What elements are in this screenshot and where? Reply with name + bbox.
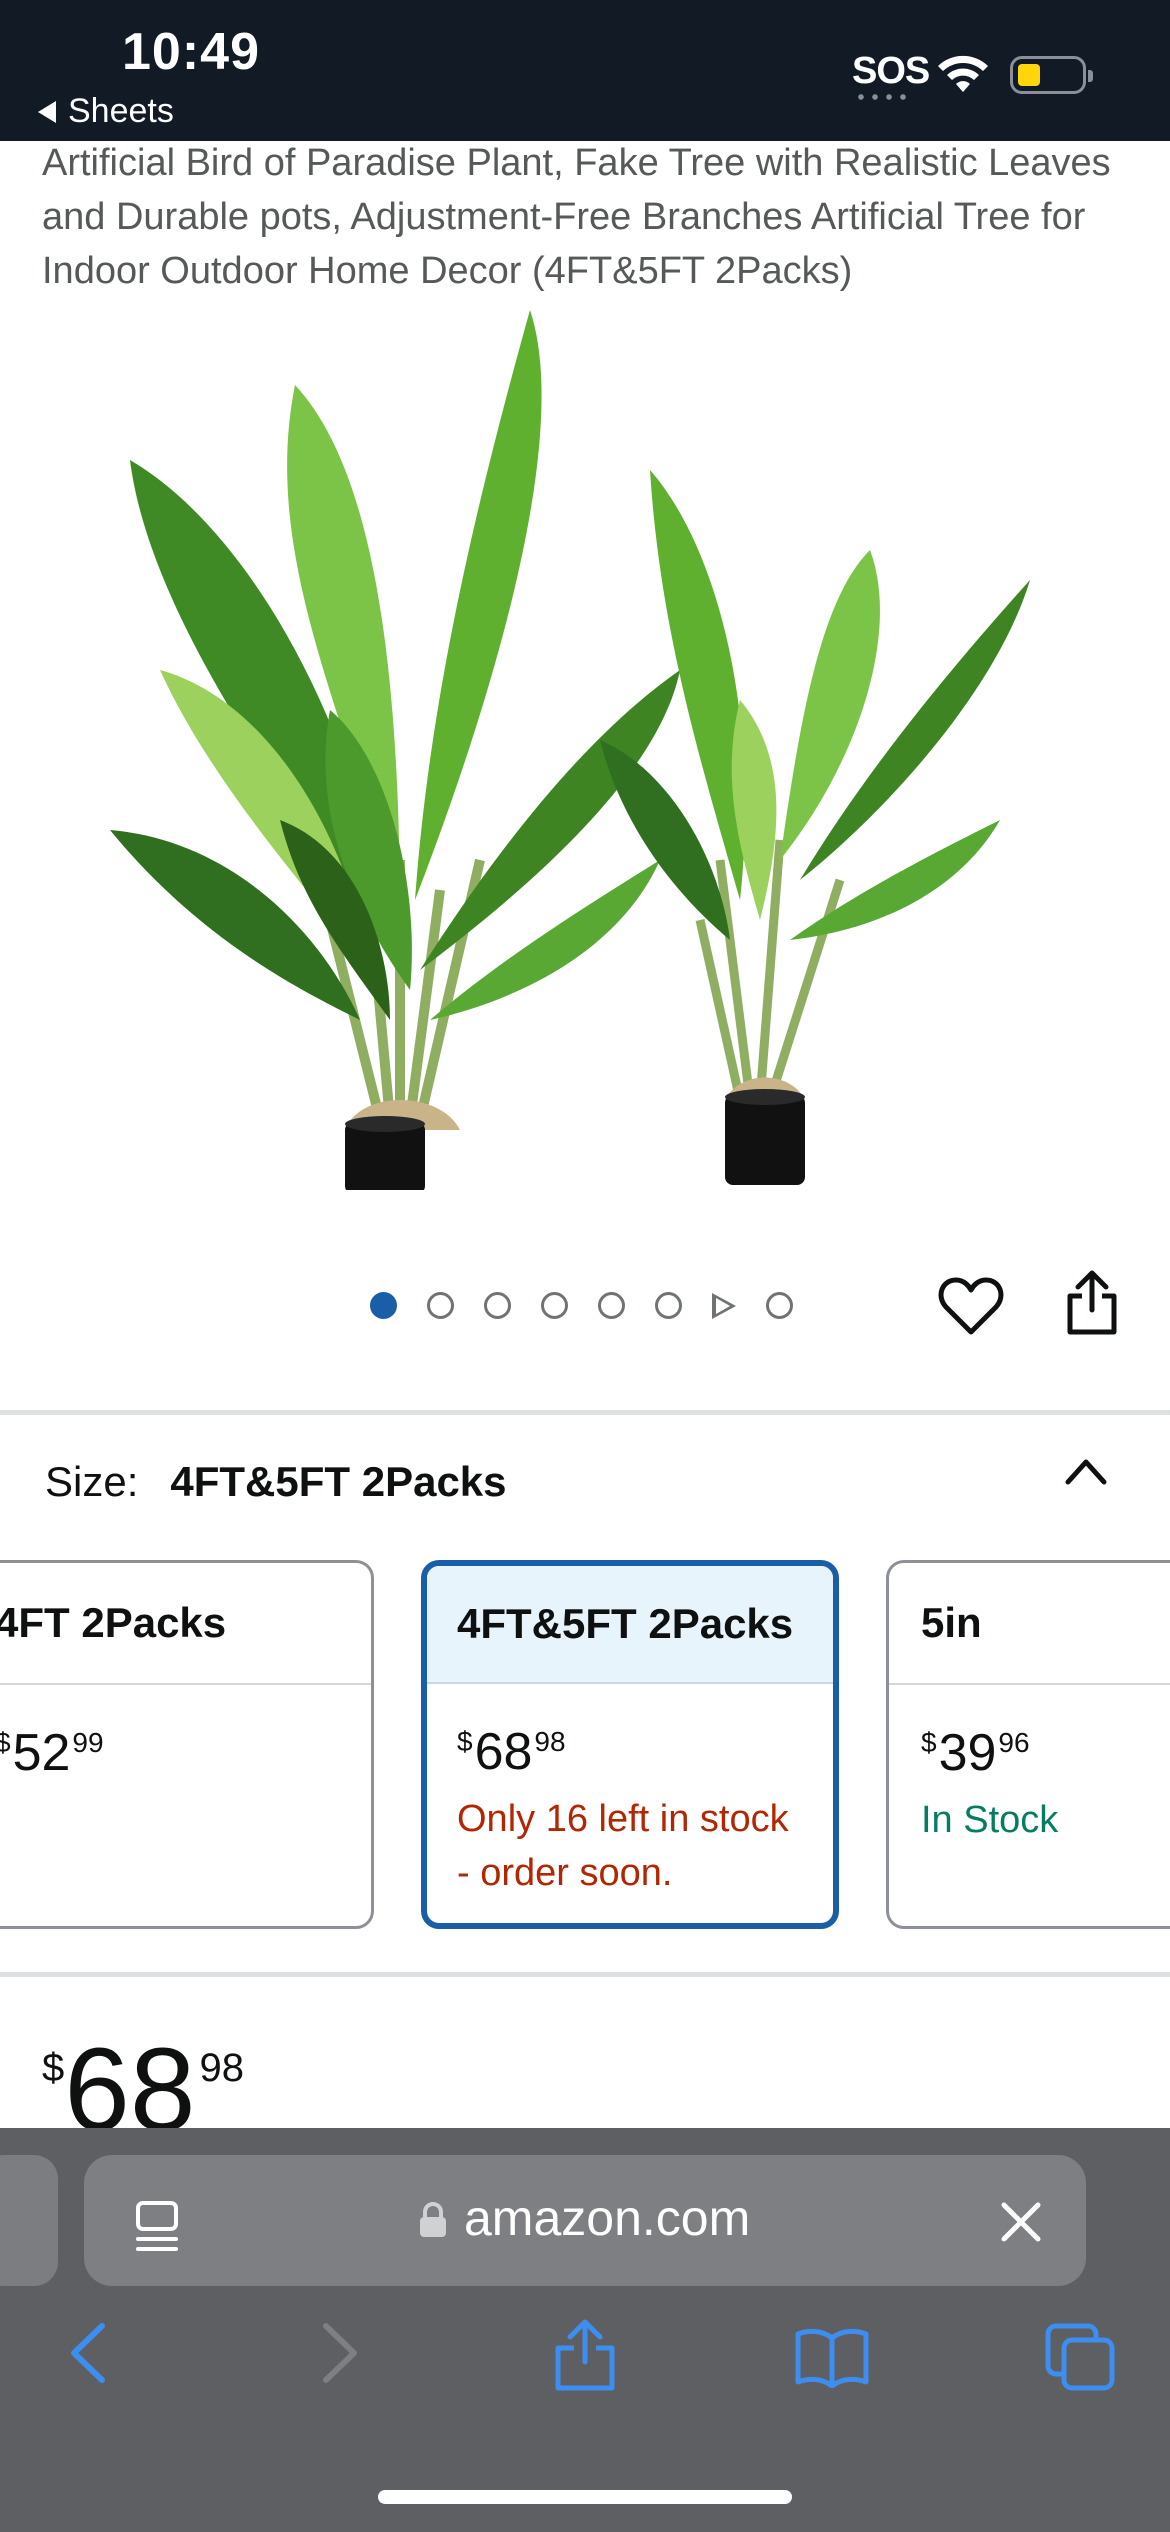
- lock-icon: [420, 2202, 446, 2237]
- size-option-name: 4FT 2Packs: [0, 1563, 371, 1685]
- section-divider: [0, 1410, 1170, 1415]
- size-option-card-selected[interactable]: 4FT&5FT 2Packs $ 68 98 Only 16 left in s…: [421, 1560, 839, 1929]
- tabs-icon[interactable]: [1044, 2322, 1116, 2392]
- wifi-icon: [938, 55, 988, 92]
- status-bar: 10:49 Sheets SOS: [0, 0, 1170, 141]
- sos-indicator: SOS: [852, 50, 930, 92]
- size-option-name: 5in: [889, 1563, 1170, 1685]
- size-option-price: $ 52 99: [0, 1724, 104, 1782]
- size-option-card[interactable]: 5in $ 39 96 In Stock: [886, 1560, 1170, 1929]
- size-selector-header[interactable]: Size: 4FT&5FT 2Packs: [45, 1458, 507, 1506]
- carousel-dot[interactable]: [541, 1292, 568, 1319]
- battery-icon: [1010, 56, 1093, 94]
- size-option-price: $ 39 96: [921, 1724, 1030, 1782]
- chevron-up-icon[interactable]: [1064, 1456, 1108, 1486]
- address-bar[interactable]: amazon.com: [84, 2155, 1086, 2286]
- size-option-card[interactable]: 4FT 2Packs $ 52 99: [0, 1560, 374, 1929]
- product-title[interactable]: Artificial Bird of Paradise Plant, Fake …: [42, 136, 1142, 298]
- image-carousel-indicator[interactable]: [370, 1292, 793, 1319]
- carousel-dot[interactable]: [655, 1292, 682, 1319]
- video-play-icon[interactable]: [712, 1292, 736, 1319]
- carousel-dot[interactable]: [766, 1292, 793, 1319]
- size-option-name: 4FT&5FT 2Packs: [427, 1566, 833, 1684]
- carousel-dot[interactable]: [484, 1292, 511, 1319]
- size-selected-value: 4FT&5FT 2Packs: [170, 1458, 507, 1505]
- section-divider: [0, 1972, 1170, 1977]
- signal-dots-icon: [854, 94, 912, 100]
- previous-tab-preview[interactable]: [0, 2155, 58, 2286]
- share-icon[interactable]: [1064, 1270, 1120, 1336]
- heart-icon[interactable]: [938, 1276, 1004, 1336]
- in-stock-label: In Stock: [921, 1799, 1059, 1841]
- url-text[interactable]: amazon.com: [464, 2189, 750, 2247]
- carousel-dot[interactable]: [598, 1292, 625, 1319]
- back-triangle-icon: [38, 100, 56, 123]
- potted-plants-image[interactable]: [100, 300, 1060, 1190]
- back-to-app-button[interactable]: Sheets: [38, 92, 174, 131]
- status-time: 10:49: [122, 23, 260, 81]
- bookmarks-icon[interactable]: [794, 2326, 870, 2388]
- reader-mode-icon[interactable]: [134, 2199, 180, 2255]
- back-arrow-icon[interactable]: [66, 2320, 110, 2386]
- close-icon[interactable]: [998, 2199, 1044, 2245]
- low-stock-warning: Only 16 left in stock - order soon.: [457, 1798, 789, 1894]
- size-option-price: $ 68 98: [457, 1723, 566, 1781]
- forward-arrow-icon[interactable]: [318, 2320, 362, 2386]
- size-label: Size:: [45, 1458, 139, 1505]
- carousel-dot-active[interactable]: [370, 1292, 397, 1319]
- carousel-dot[interactable]: [427, 1292, 454, 1319]
- home-indicator[interactable]: [378, 2490, 792, 2504]
- back-app-label: Sheets: [68, 92, 174, 130]
- share-icon[interactable]: [552, 2318, 618, 2392]
